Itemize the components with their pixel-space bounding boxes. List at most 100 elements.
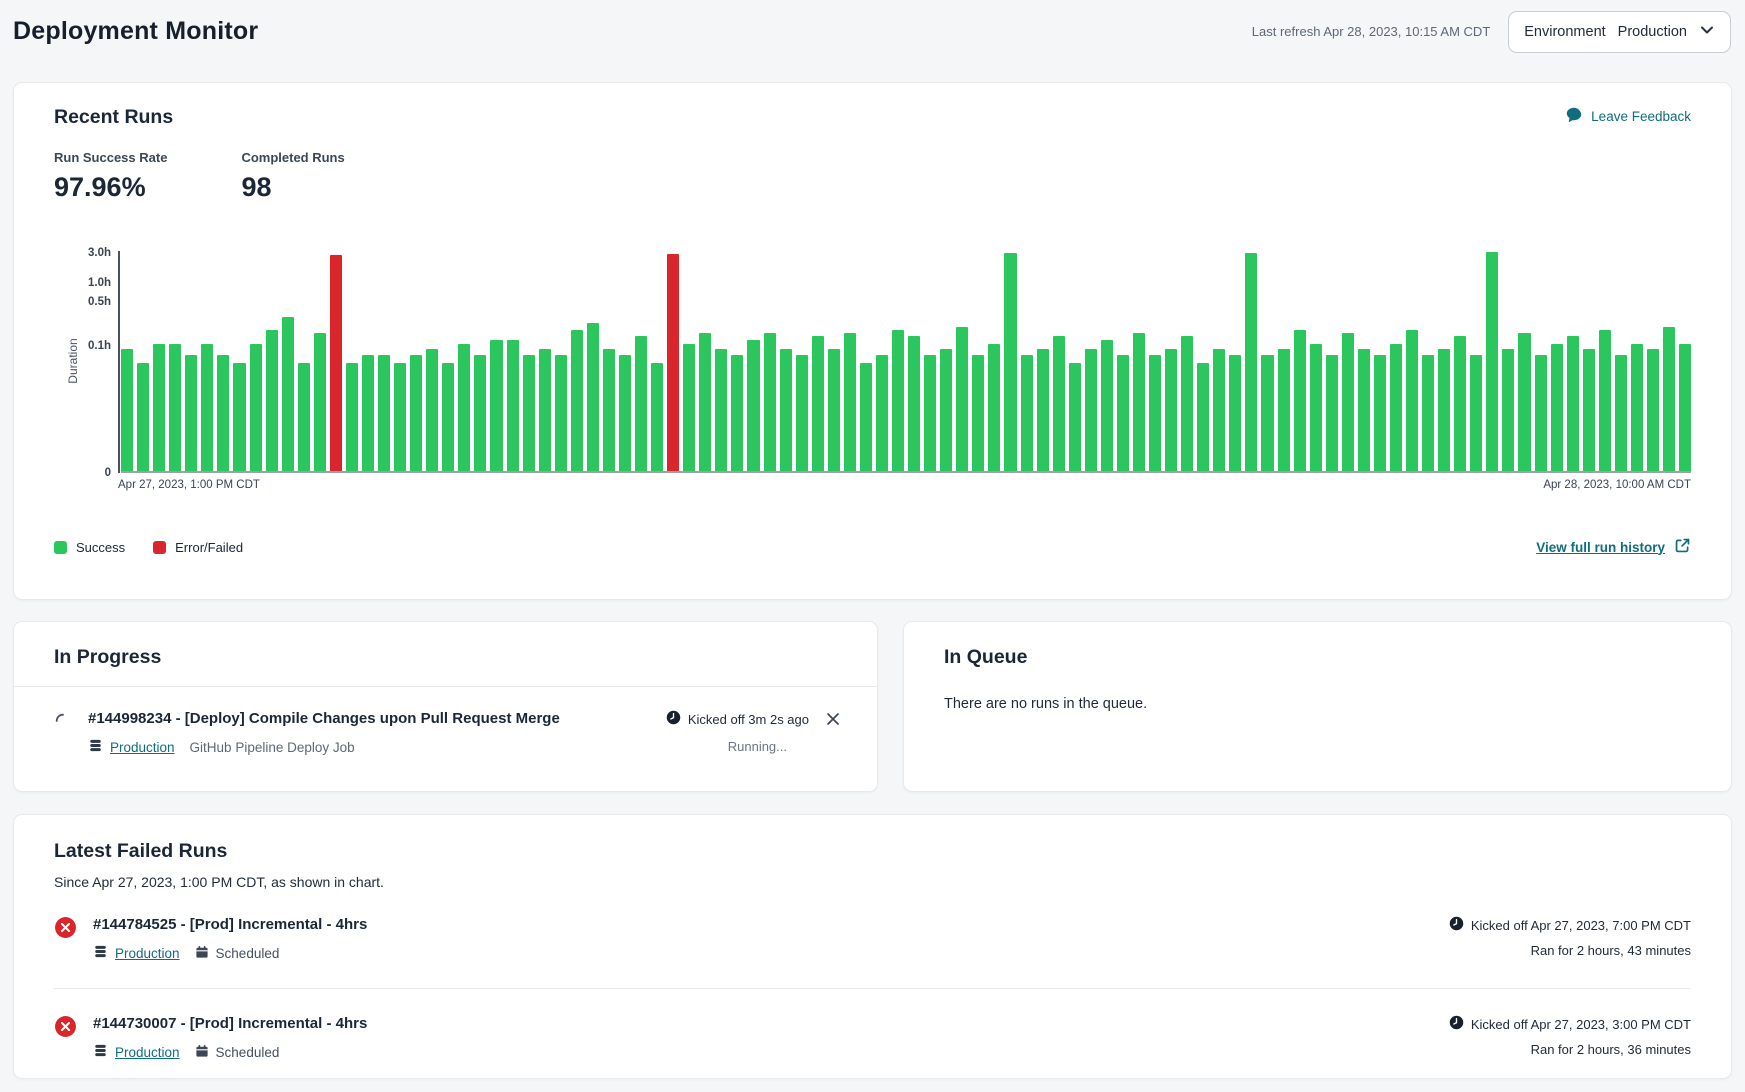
chart-bar[interactable] (137, 363, 149, 471)
chart-bar[interactable] (1181, 336, 1193, 471)
chart-bar[interactable] (876, 355, 888, 471)
chart-bar[interactable] (747, 340, 759, 471)
chart-bar[interactable] (956, 327, 968, 471)
chart-bar[interactable] (1261, 355, 1273, 471)
chart-bar[interactable] (1535, 355, 1547, 471)
chart-bar[interactable] (988, 344, 1000, 471)
chart-bar[interactable] (1502, 349, 1514, 471)
chart-bar[interactable] (1486, 252, 1498, 471)
chart-bar[interactable] (908, 336, 920, 471)
chart-bar[interactable] (1213, 349, 1225, 471)
chart-bar[interactable] (217, 355, 229, 471)
chart-bar[interactable] (1599, 330, 1611, 471)
environment-link[interactable]: Production (93, 944, 180, 962)
chart-bar[interactable] (250, 344, 262, 471)
chart-bar[interactable] (683, 344, 695, 471)
chart-bar[interactable] (1069, 363, 1081, 471)
chart-bar[interactable] (635, 336, 647, 471)
chart-bar[interactable] (619, 355, 631, 471)
chart-bar[interactable] (169, 344, 181, 471)
chart-bar[interactable] (1149, 355, 1161, 471)
environment-link[interactable]: Production (93, 1043, 180, 1061)
chart-bar[interactable] (1438, 349, 1450, 471)
chart-bar[interactable] (442, 363, 454, 471)
chart-bar[interactable] (1165, 349, 1177, 471)
chart-bar[interactable] (362, 355, 374, 471)
chart-bar[interactable] (764, 333, 776, 471)
chart-bar[interactable] (1245, 253, 1257, 471)
chart-bar[interactable] (121, 349, 133, 471)
chart-bar[interactable] (892, 330, 904, 471)
chart-bar[interactable] (860, 363, 872, 471)
chart-bar[interactable] (153, 344, 165, 471)
chart-bar[interactable] (587, 323, 599, 471)
chart-bar[interactable] (1326, 355, 1338, 471)
close-icon[interactable] (825, 711, 841, 756)
chart-bar[interactable] (571, 330, 583, 471)
chart-bar[interactable] (844, 333, 856, 471)
chart-bar[interactable] (1053, 336, 1065, 471)
chart-bar[interactable] (812, 336, 824, 471)
environment-link[interactable]: Production (88, 738, 175, 756)
chart-bar[interactable] (1631, 344, 1643, 471)
chart-bar[interactable] (972, 355, 984, 471)
chart-bar[interactable] (1390, 344, 1402, 471)
chart-bar[interactable] (1197, 363, 1209, 471)
chart-bar[interactable] (555, 355, 567, 471)
chart-bar[interactable] (1406, 330, 1418, 471)
chart-bar[interactable] (426, 349, 438, 471)
chart-bar[interactable] (1101, 340, 1113, 471)
chart-bar[interactable] (1358, 349, 1370, 471)
chart-bar[interactable] (1294, 330, 1306, 471)
chart-bar[interactable] (233, 363, 245, 471)
chart-bar[interactable] (201, 344, 213, 471)
chart-bar[interactable] (394, 363, 406, 471)
chart-bar[interactable] (1117, 355, 1129, 471)
chart-bar[interactable] (828, 349, 840, 471)
chart-bar[interactable] (314, 333, 326, 471)
chart-bar[interactable] (780, 349, 792, 471)
chart-bar[interactable] (651, 363, 663, 471)
chart-bar[interactable] (1583, 349, 1595, 471)
chart-bar[interactable] (940, 349, 952, 471)
chart-bar[interactable] (539, 349, 551, 471)
environment-dropdown[interactable]: Environment Production (1508, 11, 1731, 53)
chart-bar[interactable] (330, 255, 342, 471)
chart-bar[interactable] (715, 349, 727, 471)
chart-bar[interactable] (1567, 336, 1579, 471)
chart-bar[interactable] (603, 349, 615, 471)
chart-bar[interactable] (474, 355, 486, 471)
chart-bar[interactable] (1679, 344, 1691, 471)
leave-feedback-link[interactable]: Leave Feedback (1565, 106, 1691, 127)
chart-bar[interactable] (1422, 355, 1434, 471)
chart-bar[interactable] (410, 355, 422, 471)
chart-bar[interactable] (282, 317, 294, 471)
chart-bar[interactable] (346, 363, 358, 471)
chart-bar[interactable] (924, 355, 936, 471)
view-full-run-history-link[interactable]: View full run history (1536, 537, 1691, 557)
chart-bar[interactable] (1454, 336, 1466, 471)
chart-bar[interactable] (1021, 355, 1033, 471)
chart-bar[interactable] (1470, 355, 1482, 471)
chart-bar[interactable] (1518, 333, 1530, 471)
chart-bar[interactable] (731, 355, 743, 471)
chart-bar[interactable] (699, 333, 711, 471)
chart-bar[interactable] (1310, 344, 1322, 471)
chart-bar[interactable] (378, 355, 390, 471)
chart-bar[interactable] (1229, 355, 1241, 471)
chart-bar[interactable] (1374, 355, 1386, 471)
chart-bar[interactable] (1551, 344, 1563, 471)
chart-bar[interactable] (1663, 327, 1675, 471)
chart-bar[interactable] (796, 355, 808, 471)
chart-bar[interactable] (298, 363, 310, 471)
chart-bar[interactable] (507, 340, 519, 471)
chart-bar[interactable] (1647, 349, 1659, 471)
chart-bar[interactable] (458, 344, 470, 471)
chart-bar[interactable] (523, 355, 535, 471)
chart-bar[interactable] (1615, 355, 1627, 471)
chart-bar[interactable] (1342, 333, 1354, 471)
chart-bar[interactable] (1037, 349, 1049, 471)
chart-bar[interactable] (1004, 253, 1016, 471)
chart-bar[interactable] (1085, 349, 1097, 471)
chart-bar[interactable] (667, 254, 679, 471)
